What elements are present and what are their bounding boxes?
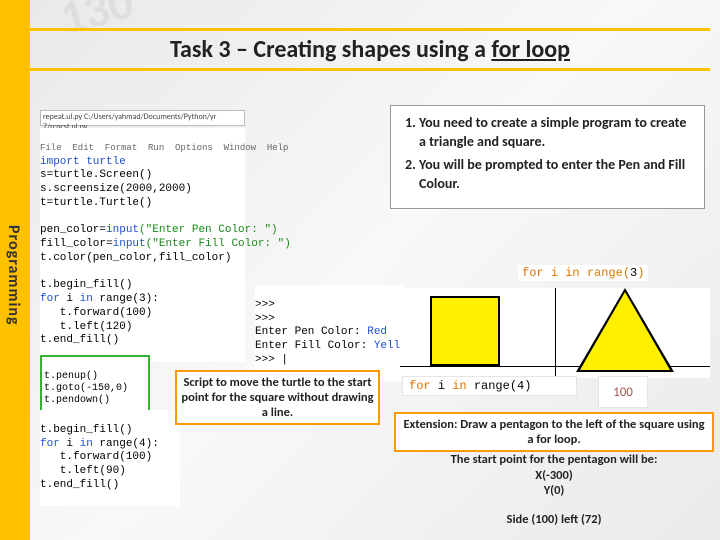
code-text: ) (524, 379, 531, 393)
code-line: t.end_fill() (40, 334, 119, 346)
code-line: pen_color= (40, 224, 106, 236)
code-line: s.screensize(2000,2000) (40, 183, 192, 195)
triangle-shape (580, 292, 670, 370)
code-text: i (551, 266, 565, 280)
kw-in: in (452, 379, 474, 393)
code-line: t.color(pen_color,fill_color) (40, 252, 231, 264)
code-line: t.left(120) (40, 321, 132, 333)
instructions-box: You need to create a simple program to c… (390, 105, 705, 209)
side-length-label: 100 (598, 376, 648, 408)
code-line: t.goto(-150,0) (44, 383, 128, 394)
square-shape (430, 296, 500, 366)
extension-box: Extension: Draw a pentagon to the left o… (394, 412, 714, 452)
title-emph: for loop (491, 35, 570, 64)
code-line: t.forward(100) (40, 451, 152, 463)
side-left-info: Side (100) left (72) (394, 512, 714, 527)
prompt: >>> (255, 313, 275, 325)
code-square-loop: t.begin_fill() for i in range(4): t.forw… (40, 410, 180, 506)
loop-snippet-4: for i in range(4) (402, 376, 577, 396)
code-line: i (60, 293, 80, 305)
code-line: t.begin_fill() (40, 424, 132, 436)
ext-line: The start point for the pentagon will be… (394, 452, 714, 468)
code-line: t.end_fill() (40, 479, 119, 491)
instruction-item: You need to create a simple program to c… (419, 114, 694, 152)
code-editor: File Edit Format Run Options Window Help… (40, 128, 245, 362)
loop-snippet-3: for i in range(3) (518, 265, 648, 281)
kw-for: for (409, 379, 438, 393)
code-text: range( (474, 379, 517, 393)
title-prefix: Task 3 (170, 35, 231, 64)
code-line: t.penup() (44, 371, 98, 382)
editor-menu: File Edit Format Run Options Window Help (40, 143, 288, 153)
ext-line: X(-300) (394, 468, 714, 484)
console-text: Enter Pen Color: (255, 326, 367, 338)
extension-info: The start point for the pentagon will be… (394, 452, 714, 499)
prompt: >>> (255, 299, 275, 311)
ext-line: Y(0) (394, 483, 714, 499)
code-kw: in (80, 293, 93, 305)
page-title: Task 3 – Creating shapes using a for loo… (30, 31, 710, 68)
code-line: import turtle (40, 156, 126, 168)
sidebar-label: Programming (4, 225, 23, 326)
editor-titlebar: repeat.ul.py C:/Users/yahmad/Documents/P… (40, 110, 245, 126)
code-text: ) (637, 266, 644, 280)
code-line: range(3): (93, 293, 159, 305)
kw-in: in (565, 266, 587, 280)
code-str: ("Enter Pen Color: ") (139, 224, 278, 236)
code-line: t.begin_fill() (40, 279, 132, 291)
title-block: Task 3 – Creating shapes using a for loo… (30, 28, 710, 71)
code-text: range( (587, 266, 630, 280)
code-line: t=turtle.Turtle() (40, 197, 152, 209)
code-kw: for (40, 438, 60, 450)
title-sep: – (231, 35, 254, 64)
console-input: Red (367, 326, 387, 338)
code-line: t.pendown() (44, 395, 110, 406)
code-line: t.forward(100) (40, 307, 152, 319)
code-line: s=turtle.Screen() (40, 169, 152, 181)
code-str: ("Enter Fill Color: ") (146, 238, 291, 250)
instruction-item: You will be prompted to enter the Pen an… (419, 156, 694, 194)
code-kw: input (106, 224, 139, 236)
console-output: >>> >>> Enter Pen Color: Red Enter Fill … (255, 285, 405, 381)
code-line: fill_color= (40, 238, 113, 250)
script-note-box: Script to move the turtle to the start p… (175, 370, 380, 425)
code-line: i (60, 438, 80, 450)
code-kw: in (80, 438, 93, 450)
rule-bottom (30, 68, 710, 71)
kw-for: for (522, 266, 551, 280)
axis-y (555, 288, 556, 378)
turtle-canvas (400, 288, 710, 378)
code-kw: for (40, 293, 60, 305)
title-rest: Creating shapes using a (253, 35, 491, 64)
code-kw: input (113, 238, 146, 250)
code-line: t.left(90) (40, 465, 126, 477)
code-line: range(4): (93, 438, 159, 450)
console-text: Enter Fill Color: (255, 340, 374, 352)
prompt: >>> | (255, 354, 288, 366)
code-text: i (438, 379, 452, 393)
